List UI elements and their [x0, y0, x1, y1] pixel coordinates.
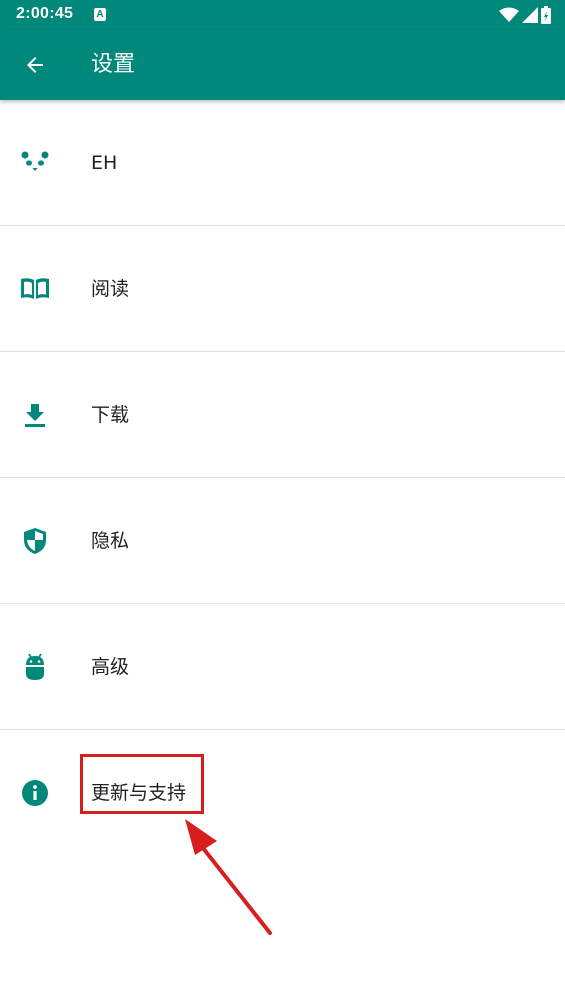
annotation-arrow	[185, 819, 272, 935]
settings-item-label: 阅读	[91, 278, 130, 300]
panda-icon	[20, 148, 50, 178]
status-bar: 2:00:45 A	[0, 0, 565, 30]
page-title: 设置	[91, 52, 136, 77]
settings-item-label: 隐私	[91, 530, 130, 552]
settings-item-privacy[interactable]: 隐私	[0, 478, 565, 604]
settings-item-download[interactable]: 下载	[0, 352, 565, 478]
status-time: 2:00:45	[16, 5, 74, 22]
arrow-back-icon	[27, 57, 43, 73]
shield-icon	[20, 526, 50, 556]
settings-item-label: EH	[91, 152, 118, 174]
settings-item-read[interactable]: 阅读	[0, 226, 565, 352]
settings-item-label: 下载	[91, 404, 130, 426]
android-icon	[20, 652, 50, 682]
notification-badge: A	[94, 8, 106, 21]
watermark	[485, 17, 565, 112]
info-icon	[20, 778, 50, 808]
settings-item-advanced[interactable]: 高级	[0, 604, 565, 730]
back-button[interactable]	[14, 44, 56, 86]
wifi-icon	[499, 7, 519, 22]
app-bar: 设置	[0, 30, 565, 100]
highlight-box	[80, 754, 204, 814]
settings-item-eh[interactable]: EH	[0, 100, 565, 226]
battery-charging-icon	[541, 6, 551, 24]
settings-item-label: 高级	[91, 656, 130, 678]
settings-list: EH 阅读 下载 隐私 高级 更新与支持	[0, 100, 565, 855]
book-icon	[20, 274, 50, 304]
download-icon	[20, 400, 50, 430]
